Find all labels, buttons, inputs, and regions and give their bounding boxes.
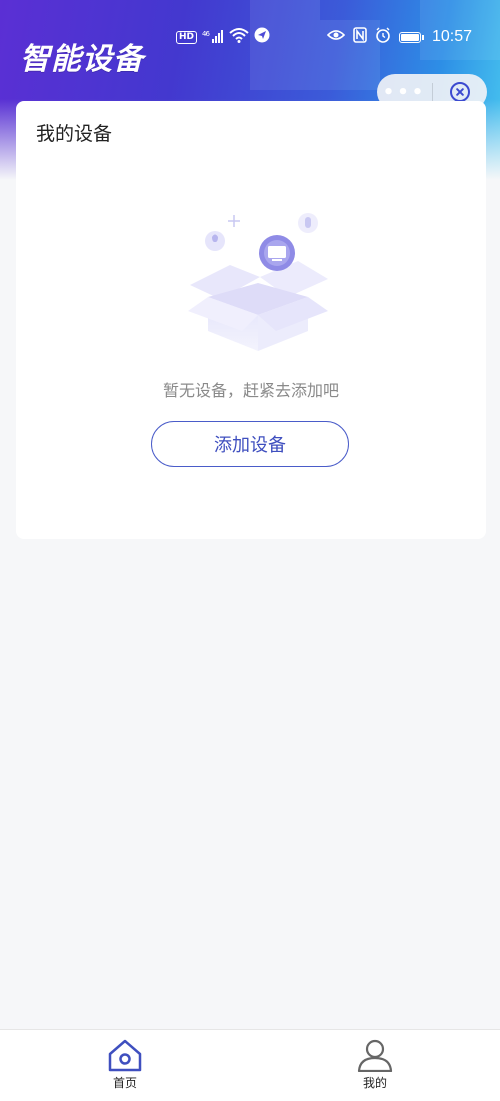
alarm-icon bbox=[375, 27, 391, 47]
tab-home-label: 首页 bbox=[112, 1076, 137, 1090]
location-icon bbox=[254, 27, 270, 47]
tab-home[interactable]: 首页 bbox=[85, 1038, 165, 1091]
my-devices-card: 我的设备 暂无设备，赶紧去添加吧 添加设备 bbox=[16, 101, 486, 539]
hd-badge: HD bbox=[176, 30, 198, 44]
close-button[interactable] bbox=[433, 82, 487, 102]
add-device-button[interactable]: 添加设备 bbox=[151, 421, 349, 467]
empty-box-illustration bbox=[168, 213, 338, 353]
more-button[interactable]: ••• bbox=[377, 82, 432, 103]
wifi-icon bbox=[229, 27, 249, 47]
card-title: 我的设备 bbox=[36, 123, 113, 145]
tab-mine-label: 我的 bbox=[362, 1076, 387, 1090]
status-time: 10:57 bbox=[431, 28, 472, 45]
user-icon bbox=[335, 1038, 415, 1072]
eye-icon bbox=[326, 28, 346, 46]
home-icon bbox=[85, 1038, 165, 1072]
tab-bar: 首页 我的 bbox=[0, 1029, 500, 1101]
battery-icon bbox=[398, 31, 421, 43]
nfc-icon bbox=[353, 27, 367, 47]
signal-icon: 46 bbox=[202, 29, 224, 46]
empty-state-text: 暂无设备，赶紧去添加吧 bbox=[162, 381, 339, 400]
tab-mine[interactable]: 我的 bbox=[335, 1038, 415, 1091]
battery-tip bbox=[421, 34, 424, 40]
close-icon bbox=[450, 82, 470, 102]
svg-text:46: 46 bbox=[202, 30, 210, 38]
app-title: 智能设备 bbox=[20, 42, 144, 77]
